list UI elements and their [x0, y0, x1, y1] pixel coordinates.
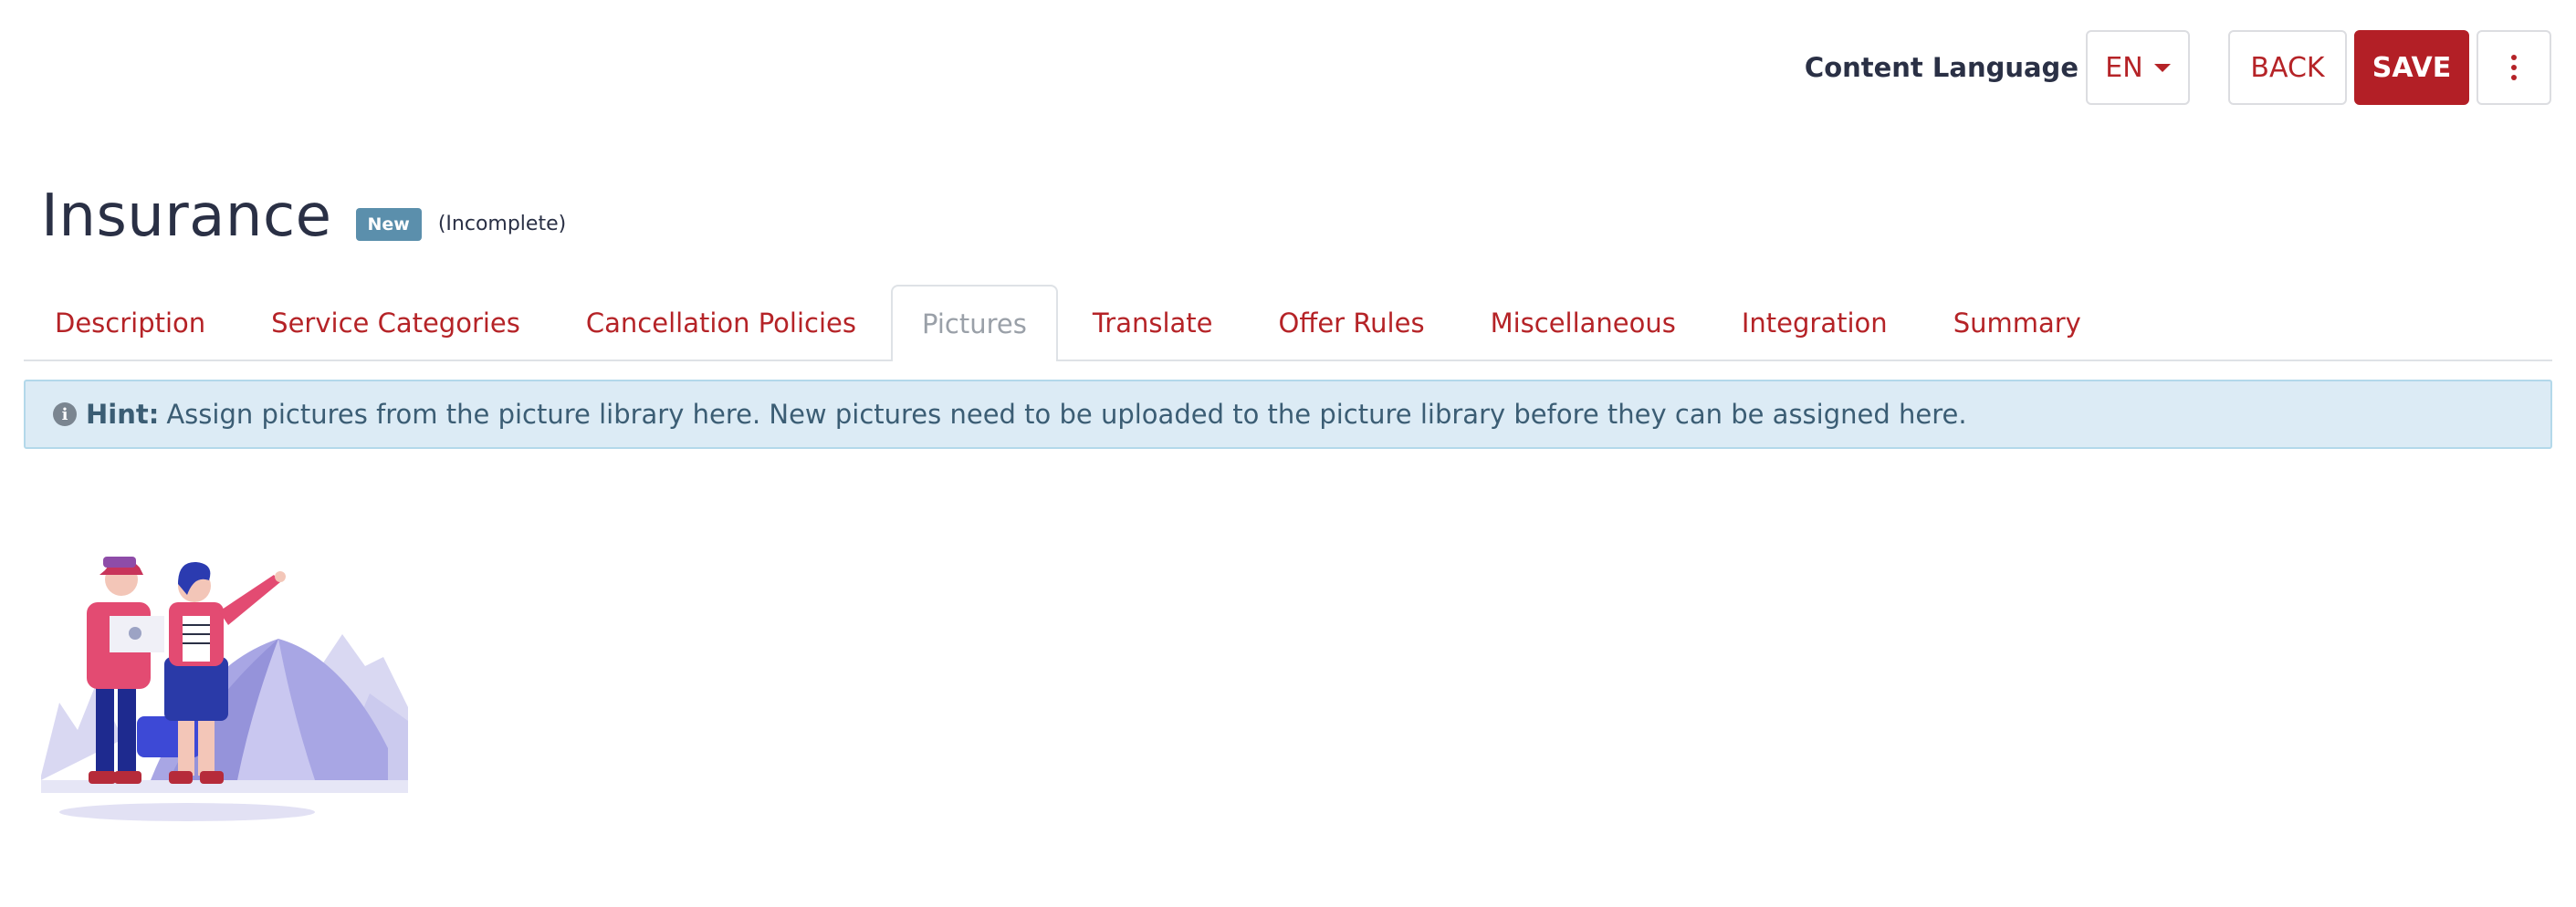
tab-integration[interactable]: Integration: [1711, 285, 1919, 360]
info-icon: i: [53, 402, 77, 426]
more-options-button[interactable]: [2477, 30, 2551, 105]
page-title: Insurance: [41, 182, 332, 250]
tab-description[interactable]: Description: [24, 285, 236, 360]
content-language-label: Content Language: [1804, 52, 2079, 83]
kebab-menu-icon: [2511, 55, 2517, 80]
hint-text: Assign pictures from the picture library…: [166, 399, 1967, 430]
title-row: Insurance New (Incomplete): [41, 182, 566, 250]
tab-summary[interactable]: Summary: [1922, 285, 2112, 360]
hint-alert: i Hint: Assign pictures from the picture…: [24, 380, 2552, 449]
tab-pictures[interactable]: Pictures: [891, 285, 1058, 361]
language-value: EN: [2105, 51, 2143, 84]
travel-illustration-icon: [41, 557, 408, 821]
caret-down-icon: [2153, 63, 2171, 72]
new-badge: New: [355, 208, 422, 241]
tab-bar: Description Service Categories Cancellat…: [24, 285, 2552, 361]
tab-service-categories[interactable]: Service Categories: [240, 285, 551, 360]
hint-title: Hint:: [86, 399, 160, 430]
assigned-picture[interactable]: [41, 547, 408, 834]
status-text: (Incomplete): [437, 213, 567, 235]
tab-cancellation-policies[interactable]: Cancellation Policies: [555, 285, 887, 360]
tab-offer-rules[interactable]: Offer Rules: [1248, 285, 1456, 360]
save-button[interactable]: SAVE: [2354, 30, 2469, 105]
back-button[interactable]: BACK: [2228, 30, 2347, 105]
tab-miscellaneous[interactable]: Miscellaneous: [1460, 285, 1707, 360]
top-toolbar: Content Language EN BACK SAVE: [1805, 30, 2551, 105]
tab-translate[interactable]: Translate: [1062, 285, 1244, 360]
language-dropdown[interactable]: EN: [2086, 30, 2190, 105]
